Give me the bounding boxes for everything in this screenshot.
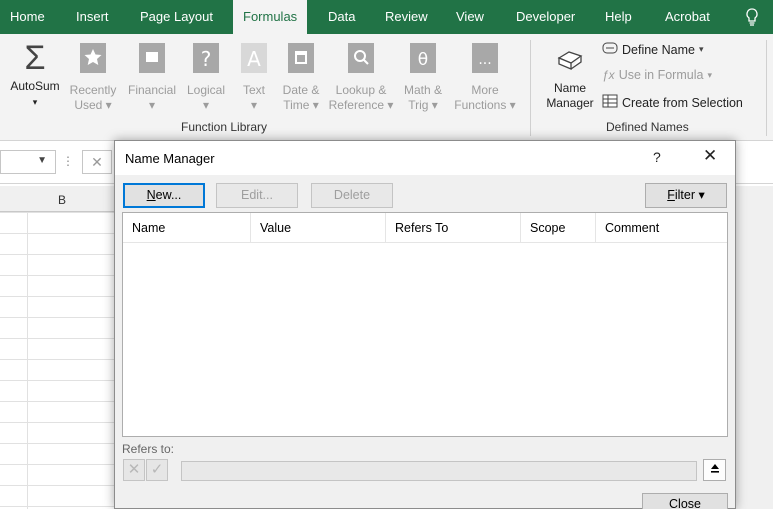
recently-used-button[interactable]: Recently Used ▾	[66, 40, 120, 113]
use-in-formula-button[interactable]: ƒx Use in Formula ▾	[602, 68, 712, 82]
svg-text:?: ?	[201, 47, 212, 71]
svg-text:θ: θ	[418, 50, 428, 70]
lightbulb-icon[interactable]	[745, 0, 759, 34]
name-box[interactable]: ▼	[0, 150, 56, 174]
more-icon: ⋮	[62, 154, 74, 168]
name-manager-button[interactable]: Name Manager	[540, 44, 600, 111]
column-value[interactable]: Value	[251, 213, 386, 243]
tab-insert[interactable]: Insert	[76, 0, 109, 34]
magnifier-book-icon	[328, 40, 394, 80]
dialog-title: Name Manager	[125, 151, 215, 166]
chevron-down-icon[interactable]: ▼	[37, 155, 47, 166]
help-button[interactable]: ?	[653, 149, 661, 165]
ribbon-tab-bar: Home Insert Page Layout Formulas Data Re…	[0, 0, 773, 35]
group-separator	[766, 40, 767, 136]
name-tag-icon	[602, 42, 618, 57]
create-from-selection-button[interactable]: Create from Selection	[602, 94, 743, 111]
refers-to-label: Refers to:	[122, 442, 175, 456]
group-separator	[530, 40, 531, 136]
chevron-down-icon: ▾	[707, 69, 712, 80]
more-book-icon: ...	[450, 40, 520, 80]
tab-view[interactable]: View	[456, 0, 484, 34]
confirm-edit-icon[interactable]: ✓	[146, 459, 168, 481]
name-manager-dialog: Name Manager ? ✕ New... Edit... Delete F…	[114, 140, 736, 509]
tab-data[interactable]: Data	[328, 0, 355, 34]
cancel-edit-icon[interactable]: ✕	[123, 459, 145, 481]
names-list[interactable]: Name Value Refers To Scope Comment	[122, 212, 728, 437]
financial-book-icon	[124, 40, 180, 80]
logical-button[interactable]: ? Logical ▾	[182, 40, 230, 113]
tab-page-layout[interactable]: Page Layout	[140, 0, 213, 34]
define-name-button[interactable]: Define Name ▾	[602, 42, 703, 57]
sigma-icon: Σ	[24, 39, 46, 77]
close-icon[interactable]: ✕	[703, 146, 717, 166]
tab-formulas[interactable]: Formulas	[233, 0, 308, 35]
collapse-dialog-icon[interactable]	[703, 459, 726, 481]
svg-text:...: ...	[478, 52, 491, 68]
autosum-button[interactable]: Σ AutoSum ▾	[6, 40, 64, 110]
tab-home[interactable]: Home	[10, 0, 45, 34]
star-book-icon	[66, 40, 120, 80]
filter-button[interactable]: Filter ▾	[645, 183, 727, 208]
svg-text:A: A	[247, 47, 261, 71]
ribbon-formulas: Σ AutoSum ▾ Recently Used ▾ Financial ▾ …	[0, 34, 773, 141]
worksheet-edge	[733, 186, 773, 509]
math-trig-button[interactable]: θ Math & Trig ▾	[398, 40, 448, 113]
tab-developer[interactable]: Developer	[516, 0, 575, 34]
column-refers-to[interactable]: Refers To	[386, 213, 521, 243]
cancel-entry-icon[interactable]: ✕	[82, 150, 112, 174]
tab-help[interactable]: Help	[605, 0, 632, 34]
column-name[interactable]: Name	[123, 213, 251, 243]
more-functions-button[interactable]: ... More Functions ▾	[450, 40, 520, 113]
table-grid-icon	[602, 94, 618, 111]
column-scope[interactable]: Scope	[521, 213, 596, 243]
delete-button[interactable]: Delete	[311, 183, 393, 208]
column-comment[interactable]: Comment	[596, 213, 727, 243]
defined-names-label: Defined Names	[606, 120, 689, 134]
question-book-icon: ?	[182, 40, 230, 80]
column-header-b[interactable]: B	[58, 193, 66, 207]
text-functions-button[interactable]: A Text ▾	[236, 40, 272, 113]
refers-to-input[interactable]	[181, 461, 697, 481]
text-book-icon: A	[236, 40, 272, 80]
new-button[interactable]: New...	[123, 183, 205, 208]
function-library-label: Function Library	[181, 120, 268, 134]
name-tag-icon	[540, 44, 600, 78]
tab-acrobat[interactable]: Acrobat	[665, 0, 710, 34]
chevron-down-icon: ▾	[698, 44, 704, 54]
calendar-book-icon	[276, 40, 326, 80]
financial-button[interactable]: Financial ▾	[124, 40, 180, 113]
list-header: Name Value Refers To Scope Comment	[123, 213, 727, 243]
edit-button[interactable]: Edit...	[216, 183, 298, 208]
tab-review[interactable]: Review	[385, 0, 428, 34]
close-button[interactable]: Close	[642, 493, 728, 509]
dialog-title-bar: Name Manager ? ✕	[115, 141, 735, 175]
lookup-reference-button[interactable]: Lookup & Reference ▾	[328, 40, 394, 113]
theta-book-icon: θ	[398, 40, 448, 80]
date-time-button[interactable]: Date & Time ▾	[276, 40, 326, 113]
fx-icon: ƒx	[602, 68, 615, 82]
